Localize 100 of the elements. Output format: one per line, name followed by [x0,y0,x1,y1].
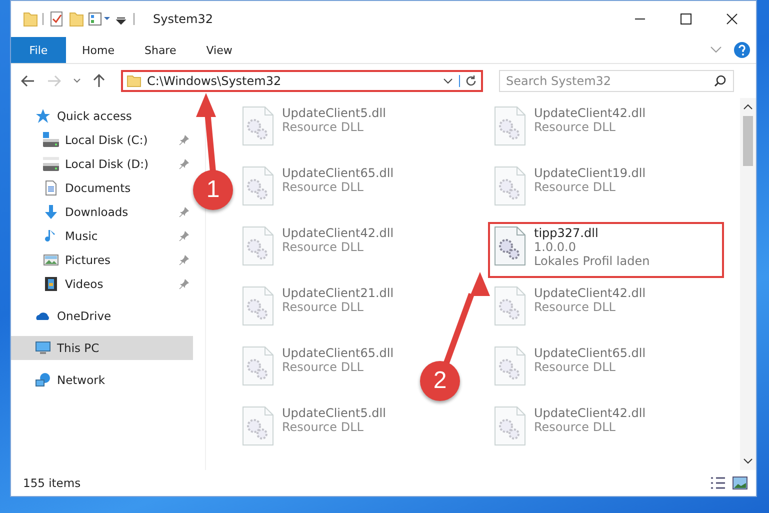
file-name: UpdateClient42.dll [282,226,394,240]
drive-icon [43,156,59,172]
gear-file-icon [494,406,526,446]
pin-icon [179,135,189,145]
folder-icon [127,75,141,87]
file-detail: Resource DLL [282,240,364,254]
file-detail: Resource DLL [534,360,616,374]
file-item[interactable]: UpdateClient5.dll Resource DLL [236,102,392,158]
gear-file-icon [494,106,526,146]
chevron-icon[interactable] [710,46,722,54]
file-item[interactable]: UpdateClient65.dll Resource DLL [236,342,400,398]
file-item[interactable]: UpdateClient42.dll Resource DLL [488,102,652,158]
gear-file-icon [494,166,526,206]
monitor-icon [35,340,51,356]
file-detail: Resource DLL [282,360,364,374]
sidebar-item[interactable]: Network [11,368,193,392]
sidebar-item[interactable]: Quick access [11,104,193,128]
file-item[interactable]: UpdateClient42.dll Resource DLL [236,222,400,278]
pin-icon [179,159,189,169]
file-detail: Resource DLL [534,180,616,194]
file-item[interactable]: UpdateClient42.dll Resource DLL [488,402,652,458]
address-bar[interactable]: C:\Windows\System32 [121,70,483,92]
file-item[interactable]: UpdateClient21.dll Resource DLL [236,282,400,338]
file-item[interactable]: UpdateClient19.dll Resource DLL [488,162,652,218]
pin-icon [179,255,189,265]
network-icon [35,372,51,388]
dropdown-icon[interactable] [443,78,453,84]
file-name: UpdateClient65.dll [282,346,394,360]
sidebar-item[interactable]: Documents [11,176,193,200]
sidebar-item[interactable]: Music [11,224,193,248]
file-name: UpdateClient19.dll [534,166,646,180]
gear-file-icon [494,286,526,326]
gear-file-icon [242,406,274,446]
file-name: UpdateClient42.dll [534,106,646,120]
film-icon [43,276,59,292]
gear-file-icon [242,346,274,386]
file-detail: Resource DLL [534,120,616,134]
file-name: UpdateClient65.dll [282,166,394,180]
gear-file-icon [242,166,274,206]
close-icon[interactable] [726,13,738,25]
file-item[interactable]: UpdateClient5.dll Resource DLL [236,402,392,458]
scrollbar[interactable] [740,98,756,470]
ribbon-tab[interactable]: Home [68,37,128,63]
sidebar-item[interactable]: Pictures [11,248,193,272]
sidebar-item[interactable]: Local Disk (C:) [11,128,193,152]
details-view-icon[interactable] [710,476,726,490]
file-detail: Lokales Profil laden [534,254,650,268]
item-count: 155 items [23,476,81,490]
address-path: C:\Windows\System32 [147,74,282,88]
download-icon [43,204,59,220]
gear-file-icon [494,346,526,386]
large-icons-view-icon[interactable] [732,476,748,490]
file-item[interactable]: UpdateClient42.dll Resource DLL [488,282,652,338]
file-detail: Resource DLL [282,180,364,194]
sidebar-item[interactable]: Downloads [11,200,193,224]
file-name: UpdateClient5.dll [282,406,386,420]
file-detail: Resource DLL [282,300,364,314]
star-icon [35,108,51,124]
drive-icon [43,132,59,148]
file-item[interactable]: UpdateClient65.dll Resource DLL [236,162,400,218]
file-name: UpdateClient5.dll [282,106,386,120]
gear-file-icon [242,106,274,146]
file-detail: Resource DLL [282,420,364,434]
scroll-up-icon[interactable] [743,104,753,110]
scroll-thumb[interactable] [743,116,753,166]
gear-file-icon [242,226,274,266]
help-icon[interactable] [734,42,750,58]
search-icon [714,75,726,87]
dropdown-icon[interactable] [73,78,81,84]
sidebar-item[interactable]: This PC [11,336,193,360]
file-item[interactable]: tipp327.dll 1.0.0.0 Lokales Profil laden [488,222,724,278]
back-icon[interactable] [21,75,35,87]
document-icon [43,180,59,196]
pin-icon [179,231,189,241]
file-item[interactable]: UpdateClient65.dll Resource DLL [488,342,652,398]
up-icon[interactable] [93,74,105,88]
file-name: UpdateClient21.dll [282,286,394,300]
ribbon-tab[interactable]: Share [130,37,190,63]
gear-file-icon [242,286,274,326]
window-title: System32 [153,12,214,26]
refresh-icon[interactable] [459,75,477,87]
pictures-icon [43,252,59,268]
pin-icon [179,279,189,289]
file-name: UpdateClient65.dll [534,346,646,360]
file-name: UpdateClient42.dll [534,286,646,300]
gear-file-icon [494,226,526,266]
file-detail: 1.0.0.0 [534,240,577,254]
maximize-icon[interactable] [680,13,692,25]
search-field[interactable]: Search System32 [499,70,734,92]
scroll-down-icon[interactable] [743,458,753,464]
sidebar-item[interactable]: Videos [11,272,193,296]
file-name: tipp327.dll [534,226,600,240]
sidebar-item[interactable]: Local Disk (D:) [11,152,193,176]
file-name: UpdateClient42.dll [534,406,646,420]
file-detail: Resource DLL [534,420,616,434]
file-detail: Resource DLL [534,300,616,314]
sidebar-item[interactable]: OneDrive [11,304,193,328]
pin-icon [179,207,189,217]
ribbon-tab[interactable]: View [192,37,246,63]
file-detail: Resource DLL [282,120,364,134]
